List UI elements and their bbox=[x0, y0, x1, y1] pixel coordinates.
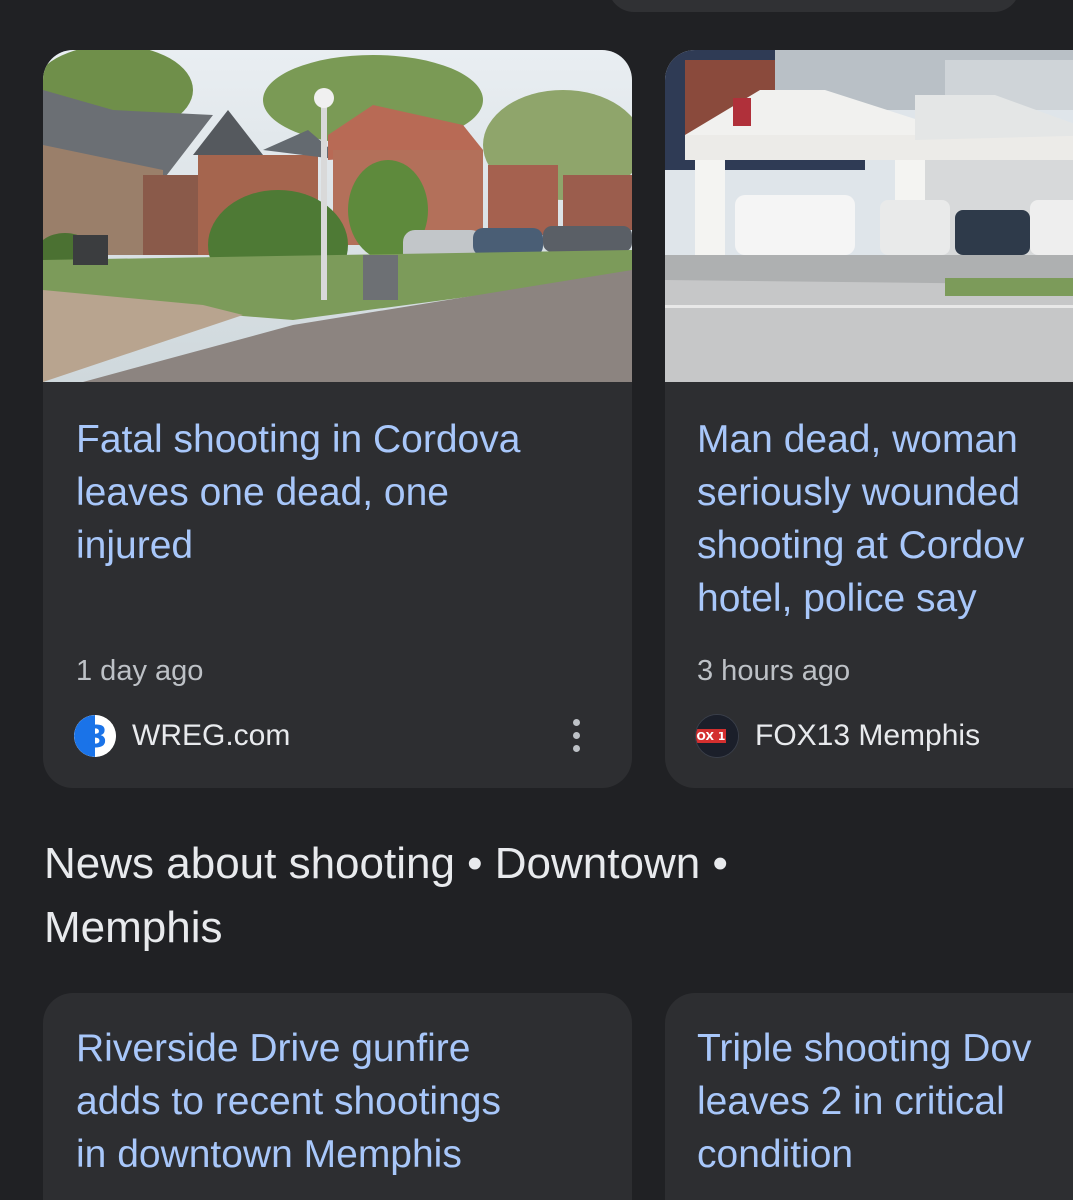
more-vert-icon[interactable] bbox=[556, 710, 596, 760]
fox13-logo-icon: OX 1 bbox=[695, 714, 739, 758]
news-card-cordova-fatal[interactable]: Fatal shooting in Cordova leaves one dea… bbox=[43, 50, 632, 788]
news-results-page: Fatal shooting in Cordova leaves one dea… bbox=[0, 0, 1073, 1200]
news-card-triple-shooting[interactable]: Triple shooting Dov leaves 2 in critical… bbox=[665, 993, 1073, 1200]
headline-line: Man dead, woman bbox=[697, 418, 1018, 461]
news-card-thumbnail[interactable] bbox=[43, 50, 632, 382]
news-card-riverside-gunfire[interactable]: Riverside Drive gunfire adds to recent s… bbox=[43, 993, 632, 1200]
headline-line: Fatal shooting in Cordova bbox=[76, 418, 521, 461]
news-card-source: OX 1 FOX13 Memphis bbox=[695, 714, 980, 758]
news-card-headline[interactable]: Triple shooting Dov leaves 2 in critical… bbox=[697, 1022, 1032, 1181]
source-name: FOX13 Memphis bbox=[755, 719, 981, 752]
headline-line: seriously wounded bbox=[697, 471, 1021, 514]
headline-line: condition bbox=[697, 1133, 854, 1176]
headline-line: in downtown Memphis bbox=[76, 1133, 462, 1176]
wreg-logo-icon: 3 bbox=[74, 715, 116, 757]
headline-line: adds to recent shootings bbox=[76, 1080, 501, 1123]
headline-line: leaves one dead, one bbox=[76, 471, 449, 514]
news-card-source: 3 WREG.com bbox=[74, 714, 290, 758]
svg-text:3: 3 bbox=[87, 720, 108, 755]
headline-line: injured bbox=[76, 524, 194, 567]
news-card-time: 3 hours ago bbox=[697, 655, 851, 687]
svg-text:OX 1: OX 1 bbox=[697, 730, 726, 743]
news-card-thumbnail[interactable] bbox=[665, 50, 1073, 382]
section-heading: News about shooting • Downtown • Memphis bbox=[44, 832, 944, 960]
section-heading-line: Memphis bbox=[44, 903, 223, 952]
headline-line: Riverside Drive gunfire bbox=[76, 1027, 471, 1070]
headline-line: leaves 2 in critical bbox=[697, 1080, 1005, 1123]
news-card-headline[interactable]: Man dead, woman seriously wounded shooti… bbox=[697, 413, 1024, 625]
news-card-headline[interactable]: Riverside Drive gunfire adds to recent s… bbox=[76, 1022, 501, 1181]
headline-line: Triple shooting Dov bbox=[697, 1027, 1032, 1070]
top-chip[interactable] bbox=[608, 0, 1020, 12]
section-heading-line: News about shooting • Downtown • bbox=[44, 839, 728, 888]
news-card-cordova-hotel[interactable]: Man dead, woman seriously wounded shooti… bbox=[665, 50, 1073, 788]
headline-line: shooting at Cordov bbox=[697, 524, 1025, 567]
news-card-headline[interactable]: Fatal shooting in Cordova leaves one dea… bbox=[76, 413, 520, 572]
source-name: WREG.com bbox=[132, 719, 291, 752]
headline-line: hotel, police say bbox=[697, 577, 977, 620]
news-card-time: 1 day ago bbox=[76, 655, 204, 687]
